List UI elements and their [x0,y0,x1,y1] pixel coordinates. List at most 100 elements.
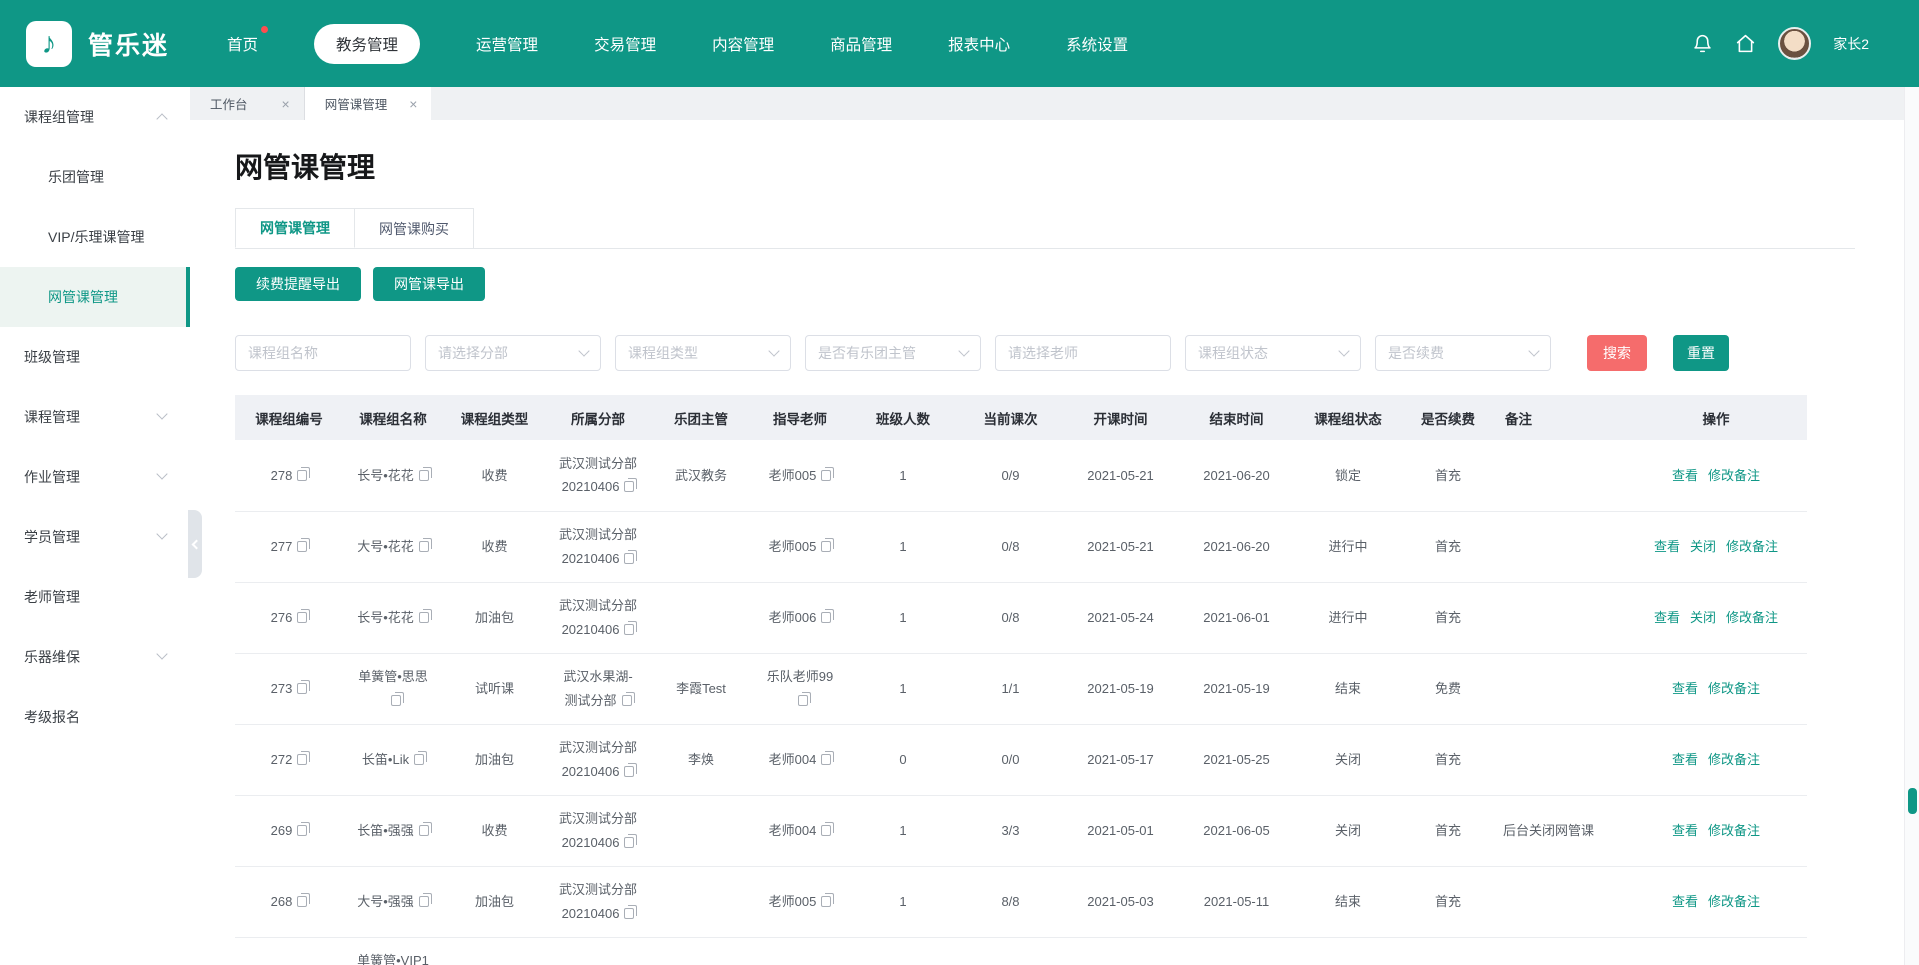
home-icon[interactable] [1735,33,1756,54]
nav-item-2[interactable]: 运营管理 [476,24,538,64]
bell-icon[interactable] [1692,33,1713,54]
copy-icon[interactable] [821,896,831,907]
copy-icon[interactable] [624,837,634,848]
nav-item-5[interactable]: 商品管理 [830,24,892,64]
action-view[interactable]: 查看 [1672,752,1698,767]
nav-item-7[interactable]: 系统设置 [1066,24,1128,64]
filter-select-5[interactable]: 课程组状态 [1185,335,1361,371]
copy-icon[interactable] [419,470,429,481]
copy-icon[interactable] [391,695,401,706]
renew-remind-export-button[interactable]: 续费提醒导出 [235,267,361,301]
copy-icon[interactable] [624,553,634,564]
filter-input-4[interactable]: 请选择老师 [995,335,1171,371]
cell-branch: 武汉测试分部 [546,937,650,965]
cell-current-session: 0/8 [958,511,1063,582]
action-edit-remark[interactable]: 修改备注 [1726,539,1778,554]
sidebar-item-5[interactable]: 课程管理 [0,387,190,447]
sidebar-item-3[interactable]: 网管课管理 [0,267,190,327]
nav-item-4[interactable]: 内容管理 [712,24,774,64]
vertical-scrollbar[interactable] [1904,87,1919,965]
cell-class-size: 1 [848,795,958,866]
action-edit-remark[interactable]: 修改备注 [1708,894,1760,909]
column-header-3: 所属分部 [546,395,650,440]
action-view[interactable]: 查看 [1672,894,1698,909]
close-icon[interactable]: × [409,97,417,111]
copy-icon[interactable] [297,825,307,836]
user-avatar[interactable] [1778,27,1811,60]
sidebar-item-2[interactable]: VIP/乐理课管理 [0,207,190,267]
cell-renewal: 首充 [1401,866,1495,937]
copy-icon[interactable] [419,541,429,552]
action-view[interactable]: 查看 [1654,610,1680,625]
cell-start-date: 2021-05-24 [1063,582,1178,653]
course-export-button[interactable]: 网管课导出 [373,267,485,301]
copy-icon[interactable] [798,695,808,706]
user-name[interactable]: 家长2 [1833,34,1869,54]
copy-icon[interactable] [419,825,429,836]
sidebar-item-4[interactable]: 班级管理 [0,327,190,387]
sidebar-item-10[interactable]: 考级报名 [0,687,190,747]
tab-course-purchase[interactable]: 网管课购买 [355,208,474,248]
copy-icon[interactable] [297,541,307,552]
action-view[interactable]: 查看 [1654,539,1680,554]
copy-icon[interactable] [821,754,831,765]
action-view[interactable]: 查看 [1672,823,1698,838]
action-edit-remark[interactable]: 修改备注 [1708,823,1760,838]
copy-icon[interactable] [414,754,424,765]
action-view[interactable]: 查看 [1672,681,1698,696]
copy-icon[interactable] [624,624,634,635]
sidebar-item-7[interactable]: 学员管理 [0,507,190,567]
sidebar-item-0[interactable]: 课程组管理 [0,87,190,147]
action-edit-remark[interactable]: 修改备注 [1708,468,1760,483]
nav-item-1[interactable]: 教务管理 [314,24,420,64]
copy-icon[interactable] [297,754,307,765]
filter-select-2[interactable]: 课程组类型 [615,335,791,371]
tab-course-manage[interactable]: 网管课管理 [235,208,355,248]
copy-icon[interactable] [297,470,307,481]
action-edit-remark[interactable]: 修改备注 [1726,610,1778,625]
cell-course-group-name: 单簧管•VIP1 [343,937,443,965]
nav-item-3[interactable]: 交易管理 [594,24,656,64]
action-view[interactable]: 查看 [1672,468,1698,483]
sidebar-item-6[interactable]: 作业管理 [0,447,190,507]
nav-item-6[interactable]: 报表中心 [948,24,1010,64]
copy-icon[interactable] [297,683,307,694]
copy-icon[interactable] [821,612,831,623]
copy-icon[interactable] [821,825,831,836]
close-icon[interactable]: × [282,97,290,111]
cell-course-group-id: 272 [235,724,343,795]
copy-icon[interactable] [419,896,429,907]
brand-logo[interactable]: ♪ [26,21,72,67]
cell-course-group-type: 试听课 [443,653,546,724]
action-edit-remark[interactable]: 修改备注 [1708,752,1760,767]
copy-icon[interactable] [622,695,632,706]
copy-icon[interactable] [624,481,634,492]
search-button[interactable]: 搜索 [1587,335,1647,371]
copy-icon[interactable] [297,612,307,623]
sidebar-collapse-handle[interactable] [188,510,202,578]
filter-input-0[interactable]: 课程组名称 [235,335,411,371]
page-tabs: 网管课管理 网管课购买 [235,208,1855,249]
filter-select-6[interactable]: 是否续费 [1375,335,1551,371]
filter-select-3[interactable]: 是否有乐团主管 [805,335,981,371]
sidebar-item-9[interactable]: 乐器维保 [0,627,190,687]
copy-icon[interactable] [297,896,307,907]
sidebar-item-8[interactable]: 老师管理 [0,567,190,627]
cell-branch: 武汉水果湖-测试分部 [546,653,650,724]
copy-icon[interactable] [624,766,634,777]
workspace-tab-workbench[interactable]: 工作台 × [190,87,305,120]
action-edit-remark[interactable]: 修改备注 [1708,681,1760,696]
copy-icon[interactable] [419,612,429,623]
copy-icon[interactable] [821,541,831,552]
filter-select-1[interactable]: 请选择分部 [425,335,601,371]
reset-button[interactable]: 重置 [1673,335,1729,371]
action-close[interactable]: 关闭 [1690,539,1716,554]
scrollbar-thumb[interactable] [1908,788,1917,814]
copy-icon[interactable] [624,908,634,919]
sidebar-item-1[interactable]: 乐团管理 [0,147,190,207]
cell-renewal: 免费 [1401,653,1495,724]
copy-icon[interactable] [821,470,831,481]
action-close[interactable]: 关闭 [1690,610,1716,625]
workspace-tab-current[interactable]: 网管课管理 × [305,87,432,120]
nav-item-0[interactable]: 首页 [227,24,258,64]
